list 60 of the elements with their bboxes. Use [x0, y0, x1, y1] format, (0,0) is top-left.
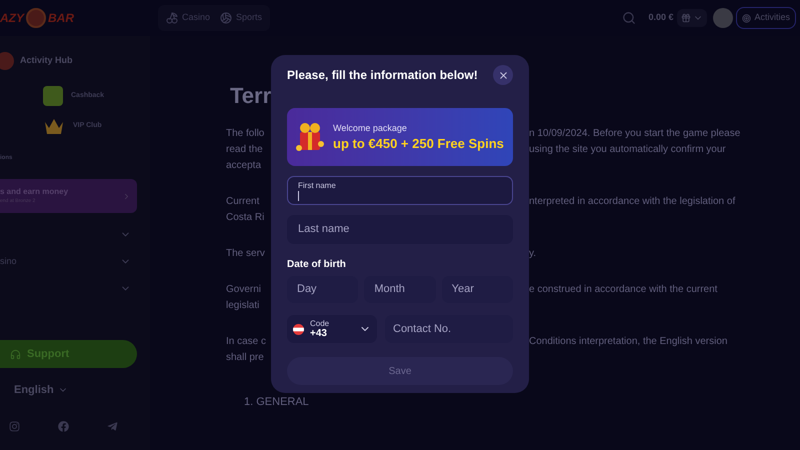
telegram-icon[interactable] [107, 420, 118, 432]
search-icon[interactable] [622, 11, 636, 25]
terms-text: Conditions interpretation, the English version [529, 335, 728, 349]
phone-field[interactable]: Contact No. [385, 315, 513, 343]
avatar[interactable] [713, 8, 734, 28]
terms-text: accepta [226, 159, 262, 173]
flag-icon [293, 324, 304, 334]
dob-label: Date of birth [287, 258, 347, 272]
cherry-icon [166, 12, 178, 24]
country-code-select[interactable]: Code +43 [287, 315, 377, 343]
terms-text: e construed in accordance with the current [529, 283, 718, 297]
terms-text: n 10/09/2024. Before you start the game please [529, 127, 740, 141]
instagram-icon[interactable] [9, 420, 20, 432]
gift-dropdown[interactable] [677, 9, 708, 27]
code-value: +43 [310, 329, 327, 339]
terms-text: The follo [226, 127, 266, 141]
field-label: First name [298, 180, 337, 190]
close-icon [498, 70, 508, 80]
activity-hub-title: Activity Hub [20, 54, 73, 68]
terms-text: read the [226, 143, 264, 157]
activities-button[interactable]: Activities [736, 7, 796, 29]
terms-text: shall pre [226, 351, 265, 365]
logo-mascot-icon [26, 8, 46, 28]
menu-label: sino [0, 254, 17, 268]
section-heading: 1. GENERAL [244, 395, 310, 410]
ball-icon [220, 12, 232, 24]
terms-text: In case c [226, 335, 268, 349]
text-cursor [298, 190, 299, 200]
date-field[interactable]: Month [364, 276, 436, 303]
terms-text: y. [529, 247, 536, 261]
field-placeholder: Last name [298, 222, 350, 238]
target-icon [742, 14, 752, 22]
modal-title: Please, fill the information below! [287, 67, 478, 84]
terms-text: Governi [226, 283, 262, 297]
page-title: Terr [230, 82, 272, 110]
logo-text: BAR [48, 10, 74, 27]
text-field[interactable]: Last name [287, 215, 513, 244]
chevron-right-icon [122, 192, 131, 200]
logo-text: AZY [0, 10, 24, 27]
close-button[interactable] [493, 65, 513, 85]
terms-text: Costa Ri [226, 211, 266, 225]
terms-text: using the site you automatically confirm your [529, 143, 727, 157]
terms-text: Current [226, 195, 260, 209]
promo-offer: up to €450 + 250 Free Spins [333, 135, 504, 152]
facebook-icon[interactable] [58, 420, 69, 432]
promo-kicker: Welcome package [333, 122, 408, 135]
language-selector[interactable]: English [14, 382, 150, 398]
gift-icon [681, 13, 692, 23]
date-field[interactable]: Day [287, 276, 358, 303]
terms-text: The serv [226, 247, 266, 261]
text-field[interactable]: First name [287, 176, 513, 205]
terms-text: legislati [226, 299, 260, 313]
menu-row[interactable]: sino [0, 248, 137, 275]
headset-icon [10, 348, 21, 360]
terms-text: nterpreted in accordance with the legislation of [529, 195, 736, 209]
cashback-icon [43, 86, 63, 106]
code-label: Code [310, 319, 330, 329]
balance: 0.00 € [648, 11, 674, 24]
date-field[interactable]: Year [442, 276, 513, 303]
gift-box-icon [295, 120, 325, 154]
